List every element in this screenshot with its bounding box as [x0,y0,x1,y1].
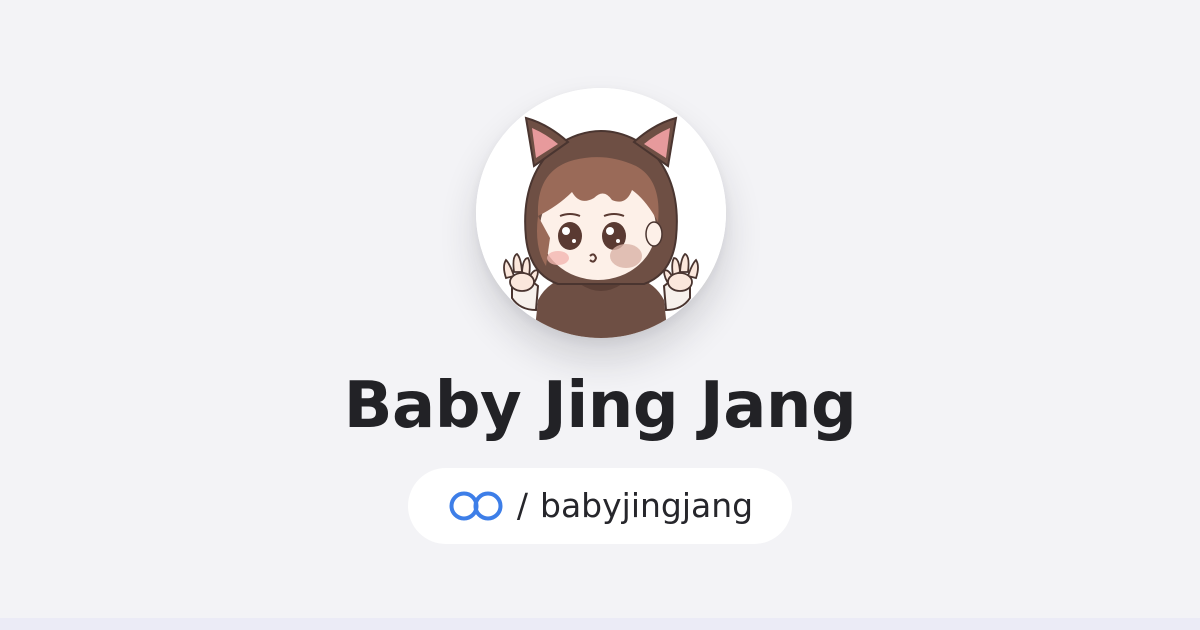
profile-display-name: Baby Jing Jang [343,369,857,443]
profile-handle: babyjingjang [540,486,754,525]
bottom-strip [0,618,1200,630]
chibi-cat-hood-avatar-icon [476,88,726,338]
profile-card-page: Baby Jing Jang / babyjingjang [0,0,1200,630]
two-linked-rings-logo-icon [449,491,503,521]
avatar [476,88,726,338]
profile-handle-pill[interactable]: / babyjingjang [408,468,792,544]
handle-separator: / [516,486,528,525]
